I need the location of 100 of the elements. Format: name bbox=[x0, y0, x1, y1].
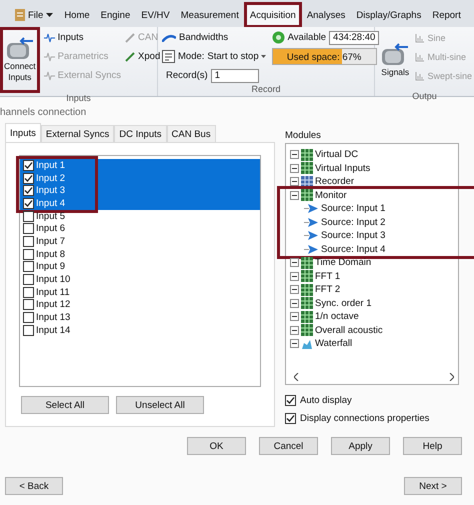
input-row[interactable]: Input 9 bbox=[20, 260, 260, 274]
checkbox[interactable] bbox=[23, 248, 34, 260]
input-row[interactable]: Input 13 bbox=[20, 311, 260, 324]
checkbox[interactable] bbox=[23, 210, 34, 222]
tree-node[interactable]: Time Domain bbox=[290, 256, 458, 270]
option-checkbox[interactable]: Auto display bbox=[285, 391, 459, 409]
back-button[interactable]: < Back bbox=[5, 477, 63, 495]
tree-node[interactable]: Recorder bbox=[290, 175, 458, 188]
input-row[interactable]: Input 8 bbox=[20, 248, 260, 260]
ribbon-tab[interactable]: Acquisition bbox=[244, 3, 301, 27]
arrow-icon bbox=[304, 231, 318, 240]
chart-icon bbox=[415, 32, 426, 42]
ribbon-item[interactable]: Xpod bbox=[125, 48, 160, 65]
input-row[interactable]: Input 6 bbox=[20, 222, 260, 236]
option-checkbox[interactable]: Display connections properties bbox=[285, 409, 459, 427]
collapse-icon[interactable] bbox=[290, 272, 299, 281]
ribbon-tab[interactable]: Engine bbox=[96, 3, 136, 27]
collapse-icon[interactable] bbox=[290, 150, 299, 160]
waveform-icon bbox=[44, 32, 55, 43]
input-row[interactable]: Input 5 bbox=[20, 210, 260, 222]
tree-node[interactable]: FFT 2 bbox=[290, 283, 458, 296]
grid-module-icon bbox=[301, 270, 313, 282]
tree-node[interactable]: 1/n octave bbox=[290, 310, 458, 324]
list-button[interactable]: Select All bbox=[21, 396, 109, 414]
collapse-icon[interactable] bbox=[290, 298, 299, 308]
collapse-icon[interactable] bbox=[290, 285, 299, 294]
chart-icon bbox=[415, 70, 426, 80]
collapse-icon[interactable] bbox=[290, 339, 299, 348]
signals-button[interactable]: Signals bbox=[377, 29, 414, 91]
list-button[interactable]: Unselect All bbox=[116, 396, 204, 414]
collapse-icon[interactable] bbox=[290, 177, 299, 186]
checkbox[interactable] bbox=[23, 172, 34, 184]
ribbon-tab[interactable]: EV/HV bbox=[136, 3, 175, 27]
tree-node[interactable]: Virtual DC bbox=[290, 148, 458, 162]
ribbon-tab[interactable]: Report bbox=[427, 3, 466, 27]
checkbox[interactable] bbox=[23, 286, 34, 298]
ribbon-tab[interactable]: Display/Graphs bbox=[351, 3, 426, 27]
cylinder-icon bbox=[4, 37, 35, 61]
checkbox[interactable] bbox=[23, 274, 34, 286]
tree-node[interactable]: Waterfall bbox=[290, 337, 458, 350]
bandwidths-button[interactable]: Bandwidths bbox=[162, 29, 266, 46]
grid-module-icon bbox=[301, 324, 313, 336]
tree-node[interactable]: Monitor bbox=[290, 188, 458, 202]
grid-module-icon bbox=[301, 176, 313, 188]
tree-node[interactable]: Source: Input 2 bbox=[290, 216, 458, 229]
arrow-icon bbox=[304, 204, 318, 214]
connect-inputs-button[interactable]: Connect Inputs bbox=[4, 31, 36, 89]
grid-module-icon bbox=[301, 148, 313, 161]
ribbon-tab[interactable]: File bbox=[10, 3, 58, 27]
dialog-tab[interactable]: DC Inputs bbox=[114, 125, 167, 142]
collapse-icon[interactable] bbox=[290, 258, 299, 268]
next-button[interactable]: Next > bbox=[404, 477, 462, 495]
scroll-right-icon[interactable] bbox=[449, 373, 454, 381]
collapse-icon[interactable] bbox=[290, 312, 299, 322]
dialog-tab[interactable]: CAN Bus bbox=[166, 125, 216, 142]
checkbox[interactable] bbox=[23, 198, 34, 209]
collapse-icon[interactable] bbox=[290, 190, 299, 200]
input-row[interactable]: Input 10 bbox=[20, 273, 260, 286]
mode-dropdown[interactable]: Start to stop bbox=[207, 51, 266, 62]
checkbox[interactable] bbox=[23, 236, 34, 247]
collapse-icon[interactable] bbox=[290, 326, 299, 335]
tree-node[interactable]: Source: Input 1 bbox=[290, 202, 458, 216]
bandwidth-icon bbox=[162, 33, 176, 42]
ribbon-tab[interactable]: Measurement bbox=[176, 3, 244, 27]
scroll-left-icon[interactable] bbox=[294, 373, 299, 381]
ribbon-item[interactable]: Inputs bbox=[44, 29, 122, 46]
chart-icon bbox=[415, 52, 426, 62]
checkbox[interactable] bbox=[23, 223, 34, 234]
arrow-icon bbox=[304, 218, 318, 227]
collapse-icon[interactable] bbox=[290, 164, 299, 173]
checkbox[interactable] bbox=[23, 312, 34, 324]
dialog-title: hannels connection bbox=[0, 106, 88, 120]
waterfall-icon bbox=[301, 338, 313, 350]
checkbox[interactable] bbox=[23, 185, 34, 196]
checkbox[interactable] bbox=[23, 160, 34, 171]
checkbox[interactable] bbox=[285, 412, 296, 424]
tree-node[interactable]: Virtual Inputs bbox=[290, 162, 458, 175]
tree-node[interactable]: Sync. order 1 bbox=[290, 296, 458, 310]
input-row[interactable]: Input 14 bbox=[20, 324, 260, 337]
input-row[interactable]: Input 7 bbox=[20, 235, 260, 248]
cylinder-icon bbox=[380, 42, 410, 66]
input-row[interactable]: Input 11 bbox=[20, 286, 260, 299]
records-field[interactable]: 1 bbox=[210, 68, 259, 82]
dialog-tab[interactable]: Inputs bbox=[5, 123, 41, 142]
input-row[interactable]: Input 12 bbox=[20, 298, 260, 312]
dialog-button[interactable]: Help bbox=[403, 437, 462, 455]
tree-node[interactable]: FFT 1 bbox=[290, 270, 458, 283]
ribbon-tab[interactable]: Home bbox=[59, 3, 95, 27]
checkbox[interactable] bbox=[23, 261, 34, 272]
dialog-button[interactable]: OK bbox=[187, 437, 246, 455]
dialog-tab[interactable]: External Syncs bbox=[40, 125, 114, 142]
tree-node[interactable]: Overall acoustic bbox=[290, 324, 458, 337]
tree-node[interactable]: Source: Input 4 bbox=[290, 242, 458, 256]
tree-node[interactable]: Source: Input 3 bbox=[290, 229, 458, 242]
checkbox[interactable] bbox=[285, 394, 296, 406]
checkbox[interactable] bbox=[23, 324, 34, 336]
dialog-button[interactable]: Cancel bbox=[259, 437, 318, 455]
dialog-button[interactable]: Apply bbox=[331, 437, 390, 455]
ribbon-tab[interactable]: Analyses bbox=[302, 3, 350, 27]
checkbox[interactable] bbox=[23, 299, 34, 310]
